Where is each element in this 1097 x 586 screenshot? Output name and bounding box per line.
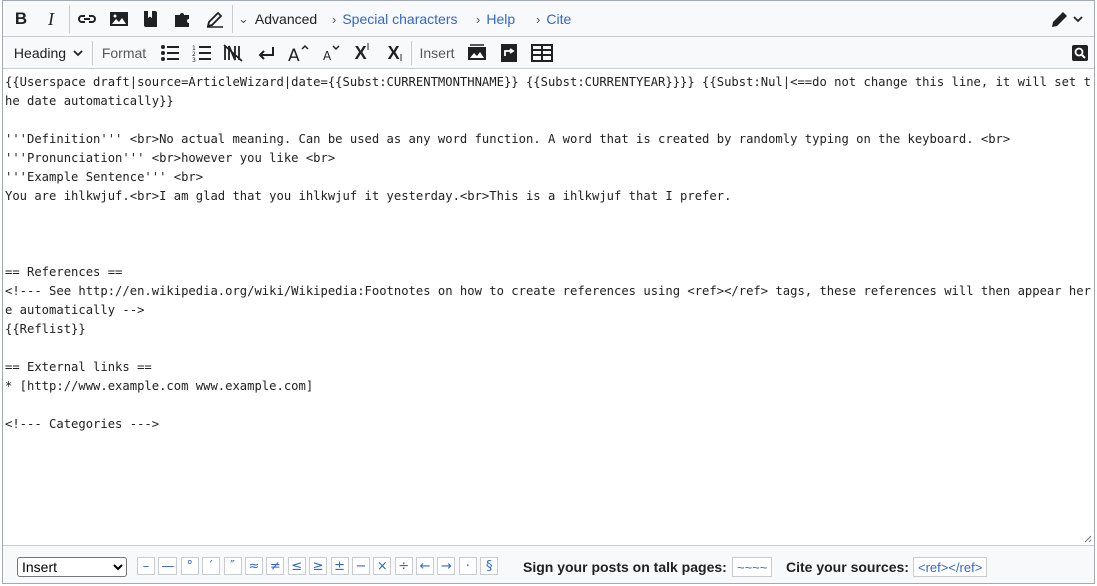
svg-text:A: A (288, 46, 300, 63)
book-icon (144, 11, 157, 27)
newline-icon (258, 47, 274, 60)
chevron-right-icon: › (536, 11, 541, 27)
subscript-button[interactable]: XI (383, 37, 407, 69)
sign-button[interactable]: ~~~~ (732, 557, 773, 577)
big-text-button[interactable]: A (286, 37, 310, 69)
sign-label: Sign your posts on talk pages: (523, 559, 727, 575)
insert-select[interactable]: Insert (17, 557, 127, 577)
superscript-label: X (354, 42, 367, 63)
nowiki-button[interactable] (222, 37, 244, 69)
chevron-down-icon (73, 50, 83, 57)
bold-button[interactable]: B (9, 1, 33, 37)
heading-label: Heading (13, 45, 67, 61)
special-char-button[interactable]: ← (416, 557, 435, 575)
text-bigger-icon: A (288, 44, 309, 63)
advanced-label: Advanced (254, 11, 318, 27)
svg-text:3: 3 (192, 57, 196, 62)
redirect-icon (501, 44, 517, 62)
image-icon (110, 12, 128, 26)
italic-button[interactable]: I (39, 1, 63, 37)
special-char-button[interactable]: — (158, 557, 178, 575)
embedded-file-button[interactable] (107, 1, 131, 37)
advanced-toolbar: Heading Format 123 A A XI XI Insert (3, 37, 1094, 69)
special-char-button[interactable]: ≈ (244, 557, 263, 575)
gallery-button[interactable] (466, 37, 488, 69)
special-char-button[interactable]: § (480, 557, 499, 575)
table-button[interactable] (530, 37, 554, 69)
chevron-down-icon: ⌄ (238, 11, 249, 26)
numbered-list-icon: 123 (192, 45, 211, 62)
help-label: Help (486, 11, 516, 27)
small-text-button[interactable]: A (320, 37, 342, 69)
edit-pencil-icon (1052, 12, 1067, 27)
link-button[interactable] (75, 1, 99, 37)
link-icon (78, 15, 96, 23)
special-char-button[interactable]: – (137, 557, 155, 575)
special-characters-tab[interactable]: › Special characters (332, 1, 458, 37)
toolbar-separator (69, 5, 70, 33)
special-char-button[interactable]: × (373, 557, 392, 575)
newline-button[interactable] (255, 37, 277, 69)
template-button[interactable] (171, 1, 195, 37)
heading-dropdown[interactable]: Heading (9, 37, 89, 69)
special-char-button[interactable]: → (437, 557, 456, 575)
help-tab[interactable]: › Help (476, 1, 515, 37)
nowiki-icon (223, 44, 243, 62)
toolbar-separator (411, 41, 412, 65)
redirect-button[interactable] (498, 37, 520, 69)
cite-tab[interactable]: › Cite (536, 1, 571, 37)
puzzle-icon (175, 13, 189, 27)
search-icon (1072, 45, 1088, 61)
edittools-footer: Insert – — ° ′ ″ ≈ ≠ ≤ ≥ ± − × ÷ ← → · § Sign your posts… (3, 545, 1094, 583)
subscript-marker: I (399, 53, 403, 64)
gallery-icon (468, 44, 486, 60)
resize-handle-icon[interactable] (1082, 533, 1092, 543)
table-icon (531, 44, 553, 62)
special-char-button[interactable]: ″ (223, 557, 242, 575)
special-char-button[interactable]: · (458, 557, 477, 575)
special-char-button[interactable]: ° (180, 557, 199, 575)
editor-switch-button[interactable] (1045, 1, 1089, 37)
wikitext-textarea[interactable]: {{Userspace draft|source=ArticleWizard|d… (3, 69, 1094, 545)
special-char-button[interactable]: ÷ (394, 557, 413, 575)
cite-label: Cite (546, 11, 572, 27)
search-replace-button[interactable] (1069, 37, 1091, 69)
chevron-right-icon: › (332, 11, 337, 27)
special-char-button[interactable]: ≠ (266, 557, 285, 575)
special-characters-label: Special characters (342, 11, 458, 27)
advanced-toggle[interactable]: ⌄ Advanced (238, 1, 317, 37)
special-char-button[interactable]: ′ (202, 557, 221, 575)
subscript-label: X (387, 42, 400, 63)
chevron-down-icon (1073, 16, 1083, 23)
bullet-list-icon (161, 45, 179, 61)
chevron-right-icon: › (476, 11, 481, 27)
insert-group-label: Insert (419, 45, 455, 61)
superscript-button[interactable]: XI (350, 37, 374, 69)
wikitext-editor: B I ⌄ Advanced › Special characters › He… (2, 0, 1095, 584)
special-char-button[interactable]: ≤ (287, 557, 306, 575)
main-toolbar: B I ⌄ Advanced › Special characters › He… (3, 1, 1094, 37)
toolbar-separator (92, 41, 93, 65)
svg-text:A: A (323, 49, 332, 63)
format-group-label: Format (101, 45, 147, 61)
special-char-list: – — ° ′ ″ ≈ ≠ ≤ ≥ ± − × ÷ ← → · § (137, 557, 502, 575)
special-char-button[interactable]: − (351, 557, 370, 575)
superscript-marker: I (366, 42, 370, 53)
pencil-icon (206, 11, 223, 28)
reference-button[interactable] (139, 1, 163, 37)
toolbar-separator (232, 5, 233, 33)
special-char-button[interactable]: ≥ (309, 557, 328, 575)
numbered-list-button[interactable]: 123 (191, 37, 213, 69)
special-char-button[interactable]: ± (330, 557, 349, 575)
signature-button[interactable] (203, 1, 227, 37)
cite-ref-button[interactable]: <ref></ref> (913, 557, 988, 577)
bulleted-list-button[interactable] (159, 37, 181, 69)
text-smaller-icon: A (323, 45, 340, 63)
cite-sources-label: Cite your sources: (786, 559, 909, 575)
